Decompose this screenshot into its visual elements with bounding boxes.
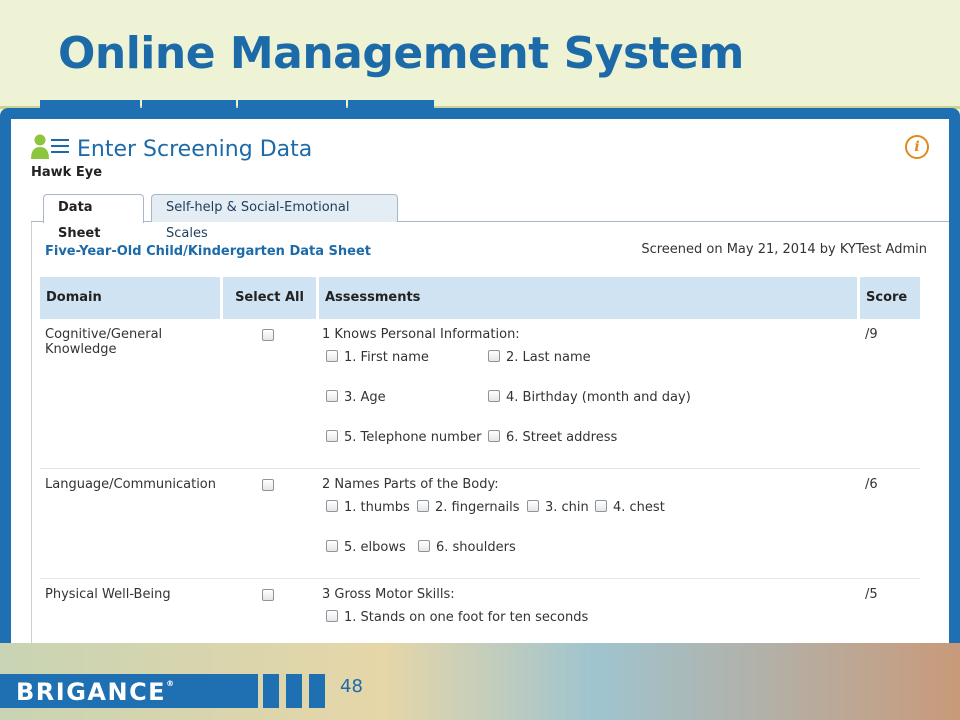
logo-stripe	[263, 674, 279, 708]
score-cell: /9	[865, 327, 878, 342]
person-list-icon	[31, 134, 69, 159]
sheet-title: Five-Year-Old Child/Kindergarten Data Sh…	[45, 244, 371, 259]
assessment-item-checkbox[interactable]: 3. chin	[527, 500, 589, 515]
domain-cell: Physical Well-Being	[45, 587, 171, 602]
assessment-item-checkbox[interactable]: 6. shoulders	[418, 540, 516, 555]
assessment-item-checkbox[interactable]: 1. Stands on one foot for ten seconds	[326, 610, 588, 625]
assessment-item-checkbox[interactable]: 2. fingernails	[417, 500, 520, 515]
domain-cell: Language/Communication	[45, 477, 216, 492]
table-row: Language/Communication 2 Names Parts of …	[40, 469, 920, 579]
table-row: Cognitive/General Knowledge 1 Knows Pers…	[40, 319, 920, 469]
score-cell: /6	[865, 477, 878, 492]
table-row: Physical Well-Being 3 Gross Motor Skills…	[40, 579, 920, 649]
assessment-item-checkbox[interactable]: 5. elbows	[326, 540, 406, 555]
tab-data-sheet[interactable]: Data Sheet	[43, 194, 144, 241]
assessment-item-checkbox[interactable]: 1. thumbs	[326, 500, 410, 515]
assessment-title: 1 Knows Personal Information:	[322, 327, 520, 342]
assessment-item-checkbox[interactable]: 5. Telephone number	[326, 430, 481, 445]
info-icon[interactable]: i	[905, 135, 929, 159]
nav-tab-stub	[142, 100, 236, 108]
assessment-item-checkbox[interactable]: 6. Street address	[488, 430, 617, 445]
assessment-item-checkbox[interactable]: 3. Age	[326, 390, 386, 405]
tab-social-emotional-scales[interactable]: Self-help & Social-Emotional Scales	[151, 194, 398, 241]
screened-on-text: Screened on May 21, 2014 by KYTest Admin	[641, 242, 927, 257]
assessment-table: Domain Select All Assessments Score Cogn…	[40, 277, 920, 649]
brigance-logo: BRIGANCE®	[16, 678, 175, 706]
select-all-checkbox[interactable]	[262, 325, 274, 344]
assessment-title: 3 Gross Motor Skills:	[322, 587, 455, 602]
header-score: Score	[860, 277, 920, 319]
logo-stripe	[309, 674, 325, 708]
header-domain: Domain	[40, 277, 220, 319]
header-assessments: Assessments	[319, 277, 857, 319]
table-header: Domain Select All Assessments Score	[40, 277, 920, 319]
page-number: 48	[340, 676, 363, 697]
assessment-title: 2 Names Parts of the Body:	[322, 477, 499, 492]
assessment-item-checkbox[interactable]: 4. chest	[595, 500, 665, 515]
score-cell: /5	[865, 587, 878, 602]
child-name: Hawk Eye	[31, 165, 103, 180]
screening-panel: Enter Screening Data Hawk Eye i Data She…	[11, 119, 949, 649]
select-all-checkbox[interactable]	[262, 585, 274, 604]
nav-tab-stub	[238, 100, 346, 108]
domain-cell: Cognitive/General Knowledge	[45, 327, 163, 357]
nav-tab-stub	[40, 100, 140, 108]
nav-tab-stub	[348, 100, 434, 108]
assessment-item-checkbox[interactable]: 2. Last name	[488, 350, 591, 365]
header-select-all: Select All	[223, 277, 316, 319]
data-sheet-content: Five-Year-Old Child/Kindergarten Data Sh…	[31, 222, 927, 649]
select-all-checkbox[interactable]	[262, 475, 274, 494]
assessment-item-checkbox[interactable]: 4. Birthday (month and day)	[488, 390, 691, 405]
tab-bar: Data Sheet Self-help & Social-Emotional …	[31, 194, 949, 241]
panel-title: Enter Screening Data	[77, 137, 313, 162]
assessment-item-checkbox[interactable]: 1. First name	[326, 350, 429, 365]
logo-stripe	[286, 674, 302, 708]
slide-title: Online Management System	[58, 28, 744, 79]
